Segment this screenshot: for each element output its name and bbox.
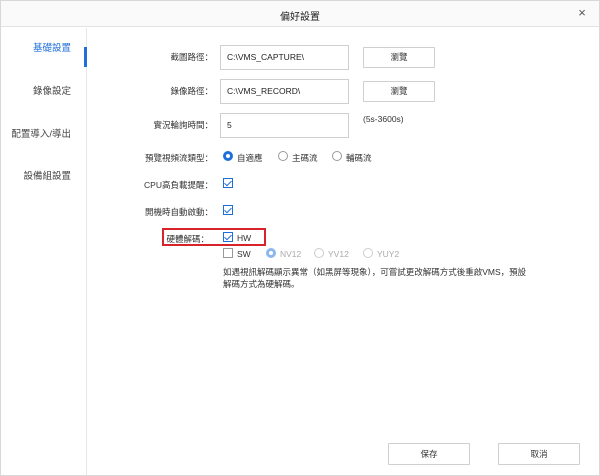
stream-type-adaptive-radio[interactable] <box>223 151 233 161</box>
stream-type-main-label: 主碼流 <box>292 153 318 163</box>
capture-path-input[interactable]: C:\VMS_CAPTURE\ <box>220 45 349 70</box>
capture-path-label: 截圖路徑： <box>170 52 213 62</box>
sidebar-item-config-import-export[interactable]: 配置導入/導出 <box>1 126 85 140</box>
record-path-browse-button[interactable]: 瀏覽 <box>363 81 435 102</box>
sidebar-item-label: 基礎設置 <box>32 43 71 54</box>
format-yuy2-label: YUY2 <box>377 249 400 259</box>
sidebar-active-indicator <box>84 47 87 67</box>
autostart-checkbox[interactable] <box>223 205 233 215</box>
stream-type-main-radio[interactable] <box>278 151 288 161</box>
poll-time-label: 實況輪詢時間： <box>153 120 213 130</box>
stream-type-sub-label: 輔碼流 <box>346 153 372 163</box>
hw-decode-sw-label: SW <box>237 249 251 259</box>
sidebar-item-label: 配置導入/導出 <box>11 129 71 140</box>
record-path-input[interactable]: C:\VMS_RECORD\ <box>220 79 349 104</box>
stream-type-adaptive-label: 自適應 <box>237 153 263 163</box>
format-nv12-radio[interactable] <box>266 248 276 258</box>
cpu-alert-label: CPU高負載提醒： <box>144 180 213 190</box>
hw-decode-hw-checkbox[interactable] <box>223 232 233 242</box>
record-path-label: 錄像路徑： <box>170 86 213 96</box>
dialog-title: 偏好設置 <box>280 12 320 23</box>
hw-decode-sw-checkbox[interactable] <box>223 248 233 258</box>
capture-path-browse-button[interactable]: 瀏覽 <box>363 47 435 68</box>
settings-sidebar: 基礎設置 錄像設定 配置導入/導出 設備組設置 <box>1 28 87 475</box>
stream-type-sub-radio[interactable] <box>332 151 342 161</box>
sidebar-item-device-group-settings[interactable]: 設備組設置 <box>1 168 85 182</box>
sidebar-item-basic-settings[interactable]: 基礎設置 <box>1 40 87 67</box>
stream-type-label: 預覽視頻流類型： <box>144 153 213 163</box>
save-button[interactable]: 保存 <box>388 443 470 465</box>
hw-decode-label: 硬體解碼： <box>166 234 209 244</box>
decode-help-note: 如遇視訊解碼顯示異常（如黑屏等現象），可嘗試更改解碼方式後重啟VMS，預設解碼方… <box>223 267 527 289</box>
format-yuy2-radio[interactable] <box>363 248 373 258</box>
format-yv12-radio[interactable] <box>314 248 324 258</box>
format-yv12-label: YV12 <box>328 249 349 259</box>
close-icon[interactable]: × <box>575 6 589 20</box>
sidebar-item-label: 錄像設定 <box>32 86 71 97</box>
format-nv12-label: NV12 <box>280 249 302 259</box>
cpu-alert-checkbox[interactable] <box>223 178 233 188</box>
dialog-titlebar: 偏好設置 × <box>1 1 599 27</box>
preferences-dialog: 偏好設置 × 基礎設置 錄像設定 配置導入/導出 設備組設置 截圖路徑： C:\… <box>0 0 600 476</box>
autostart-label: 開機時自動啟動： <box>144 207 213 217</box>
hw-decode-hw-label: HW <box>237 233 252 243</box>
poll-time-range-hint: (5s-3600s) <box>363 114 404 124</box>
sidebar-item-recording-settings[interactable]: 錄像設定 <box>1 83 85 97</box>
sidebar-item-label: 設備組設置 <box>23 171 71 182</box>
cancel-button[interactable]: 取消 <box>498 443 580 465</box>
poll-time-input[interactable]: 5 <box>220 113 349 138</box>
